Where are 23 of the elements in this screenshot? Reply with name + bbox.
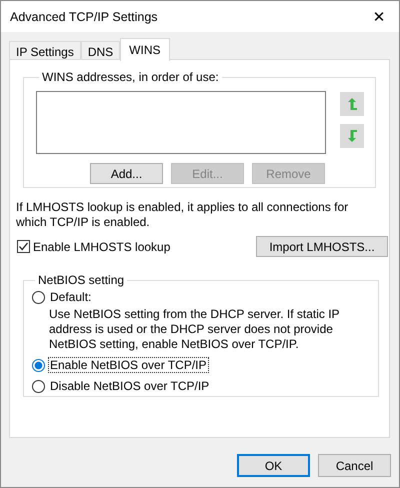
radio-label: Disable NetBIOS over TCP/IP xyxy=(49,378,210,394)
radio-button[interactable] xyxy=(32,290,45,304)
down-arrow-icon xyxy=(346,129,358,143)
group-label: WINS addresses, in order of use: xyxy=(41,70,220,84)
import-button[interactable]: Import LMHOSTS... xyxy=(256,236,388,257)
close-button[interactable]: ✕ xyxy=(359,1,399,32)
window-title: Advanced TCP/IP Settings xyxy=(10,10,158,24)
radio-button[interactable] xyxy=(32,358,45,372)
radio-button[interactable] xyxy=(32,380,45,392)
checkbox[interactable] xyxy=(17,240,30,253)
up-arrow-icon xyxy=(346,97,358,111)
tab[interactable]: IP Settings xyxy=(9,41,81,61)
lmhosts-note: If LMHOSTS lookup is enabled, it applies to all connections for which TCP/IP is enabled. xyxy=(16,200,350,230)
checkbox-label: Enable LMHOSTS lookup xyxy=(33,240,170,254)
group-label: NetBIOS setting xyxy=(37,273,126,287)
address-list[interactable] xyxy=(36,91,326,154)
dialog-button[interactable]: Cancel xyxy=(318,454,391,477)
radio-label: Default: xyxy=(49,289,92,305)
dialog-button[interactable]: OK xyxy=(237,454,310,477)
radio-label: Enable NetBIOS over TCP/IP xyxy=(48,357,209,373)
option-description: Use NetBIOS setting from the DHCP server. If static IP address is used or the DHCP server does not provide NetBIOS setting, enable NetBIOS over TCP/IP. xyxy=(49,307,340,352)
action-button[interactable]: Add... xyxy=(90,163,163,184)
tab[interactable]: WINS xyxy=(120,38,170,61)
